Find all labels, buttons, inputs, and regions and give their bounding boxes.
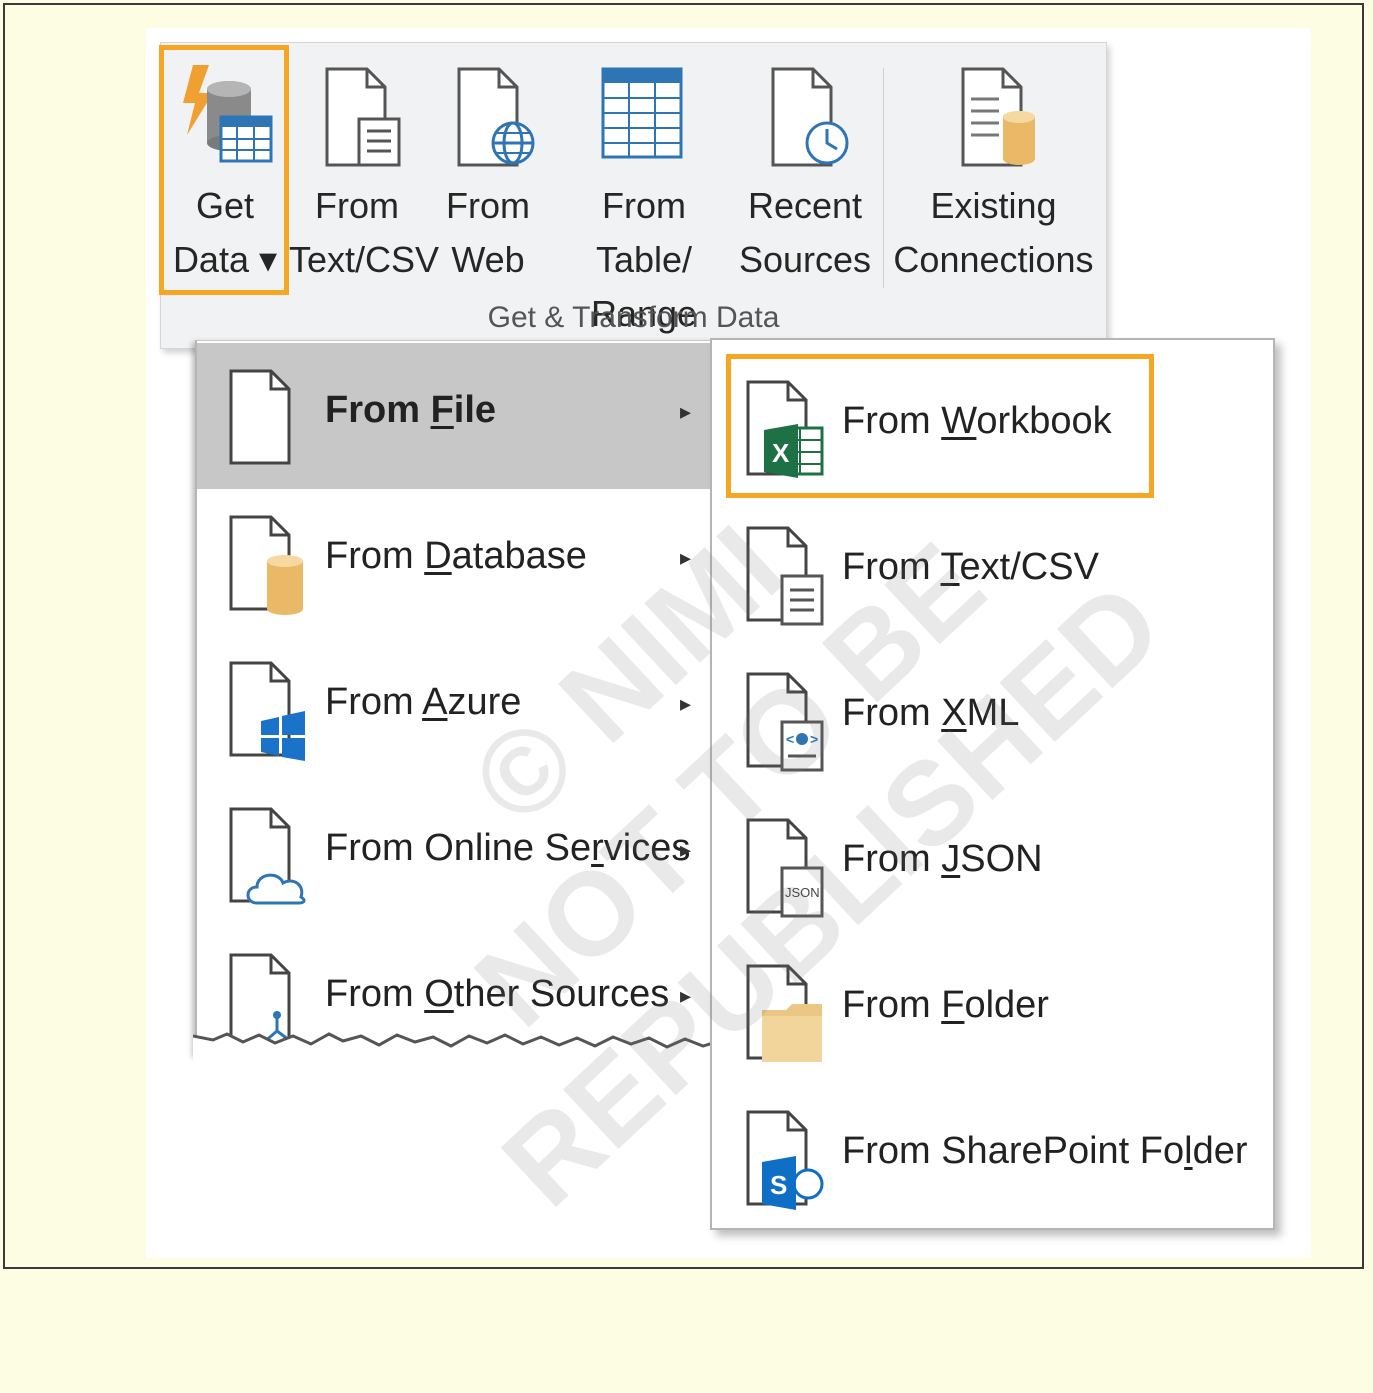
menu-item-label: From File — [325, 389, 497, 431]
text-csv-icon — [744, 524, 828, 633]
submenu-item-from-sharepoint-folder[interactable]: S From SharePoint Folder — [712, 1084, 1272, 1230]
submenu-item-from-json[interactable]: JSON From JSON — [712, 792, 1272, 938]
get-data-menu: From File ▸ From Database ▸ From Azure ▸… — [193, 340, 723, 1066]
text-csv-file-icon — [323, 65, 403, 184]
svg-text:<: < — [786, 731, 794, 747]
cloud-icon — [227, 805, 311, 914]
menu-item-label: From Other Sources — [325, 973, 670, 1015]
submenu-item-label: From JSON — [842, 838, 1043, 880]
menu-item-from-database[interactable]: From Database ▸ — [197, 489, 717, 635]
svg-text:S: S — [770, 1170, 787, 1200]
from-table-range-button[interactable]: From Table/ Range — [551, 43, 737, 334]
from-text-csv-label: From Text/CSV — [289, 185, 440, 280]
submenu-arrow-icon: ▸ — [680, 837, 692, 862]
group-label: Get & Transform Data — [487, 301, 780, 334]
from-web-button[interactable]: From Web — [425, 43, 551, 333]
menu-item-label: From Database — [325, 535, 587, 577]
svg-text:JSON: JSON — [785, 885, 820, 900]
azure-icon — [227, 659, 311, 768]
ribbon-get-transform-group: Get Data ▾ From Text/CSV From Web From T… — [159, 42, 1107, 349]
submenu-arrow-icon: ▸ — [680, 983, 692, 1008]
recent-sources-label: Recent Sources — [738, 185, 872, 280]
submenu-item-from-folder[interactable]: From Folder — [712, 938, 1272, 1084]
existing-connections-label: Existing Connections — [893, 185, 1094, 280]
ribbon-separator — [883, 68, 884, 288]
menu-item-from-file[interactable]: From File ▸ — [197, 343, 717, 489]
get-data-highlight — [159, 45, 289, 295]
submenu-item-from-text-csv[interactable]: From Text/CSV — [712, 500, 1272, 646]
submenu-arrow-icon: ▸ — [680, 545, 692, 570]
submenu-item-label: From Text/CSV — [842, 546, 1099, 588]
submenu-arrow-icon: ▸ — [680, 399, 692, 424]
menu-item-from-online-services[interactable]: From Online Services ▸ — [197, 781, 717, 927]
submenu-item-label: From SharePoint Folder — [842, 1130, 1248, 1172]
from-workbook-highlight — [726, 354, 1154, 498]
file-icon — [227, 367, 297, 472]
from-text-csv-button[interactable]: From Text/CSV — [289, 43, 440, 333]
menu-item-label: From Online Services — [325, 827, 691, 869]
folder-icon — [744, 962, 828, 1071]
xml-icon: < > — [744, 670, 828, 779]
table-icon — [601, 65, 685, 178]
existing-connections-button[interactable]: Existing Connections — [891, 43, 1096, 333]
svg-text:>: > — [810, 731, 818, 747]
menu-item-label: From Azure — [325, 681, 522, 723]
submenu-arrow-icon: ▸ — [680, 691, 692, 716]
existing-connections-icon — [959, 65, 1043, 184]
from-file-submenu: X From Workbook From Text/CSV < > From X… — [710, 338, 1275, 1230]
database-icon — [227, 513, 311, 622]
from-web-label: From Web — [446, 185, 530, 280]
recent-sources-button[interactable]: Recent Sources — [737, 43, 873, 333]
submenu-item-from-xml[interactable]: < > From XML — [712, 646, 1272, 792]
recent-file-icon — [769, 65, 853, 184]
web-file-icon — [455, 65, 541, 184]
submenu-item-label: From Folder — [842, 984, 1049, 1026]
submenu-item-label: From XML — [842, 692, 1020, 734]
menu-item-from-azure[interactable]: From Azure ▸ — [197, 635, 717, 781]
sharepoint-icon: S — [744, 1108, 828, 1217]
json-icon: JSON — [744, 816, 828, 925]
torn-edge — [193, 1032, 723, 1066]
